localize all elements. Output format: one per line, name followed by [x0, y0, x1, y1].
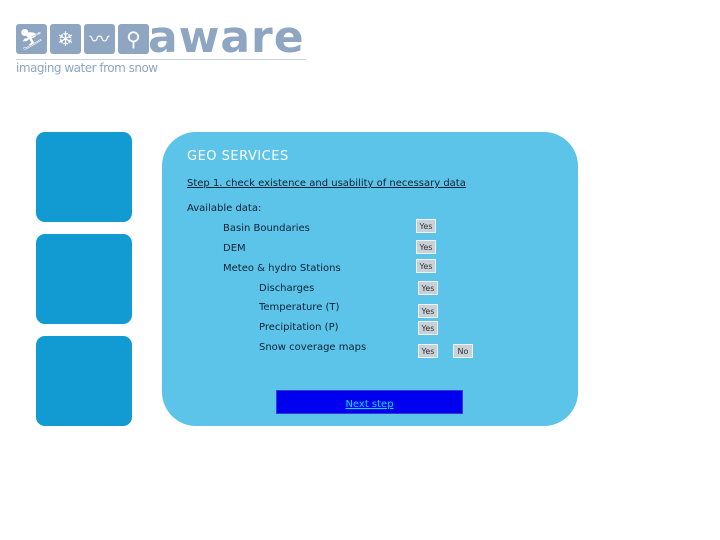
yes-button-dem[interactable]: Yes — [416, 240, 436, 254]
logo-wordmark: aware — [148, 12, 305, 63]
logo-divider — [16, 59, 306, 60]
item-snow-coverage-maps: Snow coverage maps — [259, 342, 367, 353]
faucet-icon: ⚲ — [118, 24, 149, 54]
yes-button-meteo-hydro[interactable]: Yes — [416, 259, 436, 273]
yes-button-basin-boundaries[interactable]: Yes — [416, 219, 436, 233]
side-nav-block-1[interactable] — [36, 132, 132, 222]
snowflake-icon: ❄ — [50, 24, 81, 54]
skier-icon: ⛷ — [16, 24, 47, 54]
item-meteo-hydro-stations: Meteo & hydro Stations — [223, 263, 341, 274]
next-step-button[interactable]: Next step — [276, 390, 463, 414]
logo-tagline: imaging water from snow — [16, 61, 158, 75]
logo-icon-strip: ⛷ ❄ 〰 ⚲ — [16, 24, 149, 56]
yes-button-temperature[interactable]: Yes — [418, 304, 438, 318]
item-basin-boundaries: Basin Boundaries — [223, 223, 310, 234]
side-nav-block-3[interactable] — [36, 336, 132, 426]
yes-button-discharges[interactable]: Yes — [418, 281, 438, 295]
next-step-link[interactable]: Next step — [345, 399, 393, 410]
item-dem: DEM — [223, 243, 246, 254]
available-data-label: Available data: — [187, 203, 262, 214]
geo-services-panel — [162, 132, 578, 426]
yes-button-snow-coverage[interactable]: Yes — [418, 344, 438, 358]
no-button-snow-coverage[interactable]: No — [453, 344, 473, 358]
panel-title: GEO SERVICES — [187, 149, 289, 164]
side-nav-block-2[interactable] — [36, 234, 132, 324]
item-discharges: Discharges — [259, 283, 315, 294]
item-temperature: Temperature (T) — [259, 302, 340, 313]
aware-logo: ⛷ ❄ 〰 ⚲ aware imaging water from snow — [16, 12, 308, 76]
item-precipitation: Precipitation (P) — [259, 322, 339, 333]
step-1-link[interactable]: Step 1. check existence and usability of… — [187, 178, 466, 189]
hydrograph-icon: 〰 — [84, 24, 115, 54]
yes-button-precipitation[interactable]: Yes — [418, 321, 438, 335]
